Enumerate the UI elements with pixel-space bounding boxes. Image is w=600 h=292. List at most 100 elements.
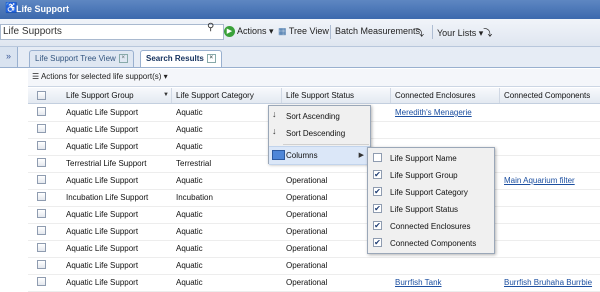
sort-ascending-item[interactable]: ↓ Sort Ascending — [269, 108, 370, 125]
actions-menu-button[interactable]: ▶ Actions ▾ — [224, 26, 274, 38]
tab-search-results[interactable]: Search Results × — [140, 50, 222, 67]
checked-checkbox-icon[interactable]: ✔ — [373, 170, 382, 179]
column-menu-icon[interactable]: ▼ — [163, 92, 169, 98]
unchecked-checkbox-icon[interactable] — [373, 153, 382, 162]
column-toggle-label: Connected Enclosures — [390, 222, 471, 231]
cell-status: Operational — [286, 278, 328, 287]
checked-checkbox-icon[interactable]: ✔ — [373, 204, 382, 213]
column-header-components[interactable]: Connected Components — [504, 91, 590, 100]
sort-descending-icon: ↓ — [272, 126, 277, 136]
list-icon: ☰ — [32, 72, 40, 81]
sort-descending-label: Sort Descending — [286, 129, 346, 138]
go-icon: ▶ — [224, 26, 235, 38]
checked-checkbox-icon[interactable]: ✔ — [373, 238, 382, 247]
table-row[interactable]: Aquatic Life Support Aquatic Operational Ma… — [28, 172, 600, 190]
column-header-group[interactable]: Life Support Group — [66, 91, 134, 100]
search-input[interactable]: Life Supports — [0, 24, 224, 40]
actions-label: Actions — [237, 26, 267, 36]
help-icon[interactable]: ⤵ — [415, 26, 424, 39]
search-icon[interactable]: ⚲ — [207, 22, 214, 33]
column-toggle-label: Life Support Group — [390, 171, 458, 180]
tree-view-button[interactable]: ▦ Tree View — [278, 26, 329, 37]
cell-category: Aquatic — [176, 210, 203, 219]
cell-components[interactable]: Main Aquarium filter — [504, 176, 575, 185]
row-checkbox[interactable] — [37, 226, 46, 235]
selection-actions-button[interactable]: ☰ Actions for selected life support(s) ▾ — [32, 72, 168, 81]
cell-group: Terrestrial Life Support — [66, 159, 147, 168]
cell-enclosures[interactable]: Burrfish Tank — [395, 278, 442, 287]
table-row[interactable]: Aquatic Life Support Aquatic Operational — [28, 257, 600, 275]
column-divider — [281, 88, 282, 103]
checked-checkbox-icon[interactable]: ✔ — [373, 221, 382, 230]
batch-measurements-button[interactable]: Batch Measurements — [335, 26, 420, 36]
row-checkbox[interactable] — [37, 277, 46, 286]
column-toggle-item[interactable]: ✔ Life Support Category — [368, 184, 494, 201]
close-icon[interactable]: × — [118, 54, 128, 64]
checked-checkbox-icon[interactable]: ✔ — [373, 187, 382, 196]
cell-category: Aquatic — [176, 227, 203, 236]
table-row[interactable]: Aquatic Life Support Aquatic Operational — [28, 240, 600, 258]
row-checkbox[interactable] — [37, 141, 46, 150]
cell-category: Aquatic — [176, 261, 203, 270]
cell-components[interactable]: Burrfish Bruhaha Burrbie — [504, 278, 592, 287]
row-checkbox[interactable] — [37, 158, 46, 167]
cell-category: Incubation — [176, 193, 213, 202]
cell-group: Aquatic Life Support — [66, 210, 139, 219]
row-checkbox[interactable] — [37, 124, 46, 133]
column-toggle-item[interactable]: ✔ Life Support Group — [368, 167, 494, 184]
sort-ascending-icon: ↓ — [272, 109, 277, 119]
select-all-checkbox[interactable] — [37, 91, 46, 100]
column-toggle-item[interactable]: Life Support Name — [368, 150, 494, 167]
cell-status: Operational — [286, 244, 328, 253]
cell-group: Aquatic Life Support — [66, 261, 139, 270]
row-checkbox[interactable] — [37, 175, 46, 184]
cell-group: Incubation Life Support — [66, 193, 149, 202]
row-checkbox[interactable] — [37, 243, 46, 252]
cell-group: Aquatic Life Support — [66, 227, 139, 236]
table-row[interactable]: Aquatic Life Support Aquatic Operational — [28, 223, 600, 241]
cell-enclosures[interactable]: Meredith's Menagerie — [395, 108, 472, 117]
selection-actions-bar: ☰ Actions for selected life support(s) ▾ — [28, 69, 600, 87]
column-toggle-item[interactable]: ✔ Connected Enclosures — [368, 218, 494, 235]
row-checkbox[interactable] — [37, 260, 46, 269]
table-row[interactable]: Aquatic Life Support Aquatic Operational — [28, 206, 600, 224]
row-checkbox[interactable] — [37, 192, 46, 201]
column-header-status[interactable]: Life Support Status — [286, 91, 354, 100]
expand-panel-icon[interactable]: » — [0, 47, 18, 67]
column-context-menu: ↓ Sort Ascending ↓ Sort Descending Colum… — [268, 105, 371, 165]
tab-strip: » Life Support Tree View × Search Results… — [0, 47, 600, 68]
cell-status: Operational — [286, 210, 328, 219]
your-lists-button[interactable]: Your Lists ▾⤵ — [437, 26, 492, 39]
columns-item[interactable]: Columns ▶ — [269, 146, 370, 165]
grid-header: Life Support Group ▼ Life Support Catego… — [28, 88, 600, 104]
column-toggle-item[interactable]: ✔ Life Support Status — [368, 201, 494, 218]
cell-category: Aquatic — [176, 142, 203, 151]
tab-label: Life Support Tree View — [35, 54, 116, 63]
columns-label: Columns — [286, 151, 318, 160]
columns-icon — [272, 150, 285, 162]
table-row[interactable]: Incubation Life Support Incubation Operati… — [28, 189, 600, 207]
column-header-category[interactable]: Life Support Category — [176, 91, 254, 100]
tab-label: Search Results — [146, 54, 204, 63]
cell-status: Operational — [286, 193, 328, 202]
table-row[interactable]: Aquatic Life Support Aquatic Operational Bu… — [28, 274, 600, 292]
column-divider — [390, 88, 391, 103]
close-icon[interactable]: × — [206, 54, 216, 64]
tree-view-label: Tree View — [288, 26, 329, 36]
columns-submenu: Life Support Name ✔ Life Support Group ✔ Lif… — [367, 147, 495, 254]
cell-category: Aquatic — [176, 176, 203, 185]
toolbar-divider — [432, 25, 433, 39]
row-checkbox[interactable] — [37, 209, 46, 218]
column-toggle-label: Life Support Name — [390, 154, 457, 163]
cell-group: Aquatic Life Support — [66, 108, 139, 117]
column-header-enclosures[interactable]: Connected Enclosures — [395, 91, 476, 100]
window-title: Life Support — [16, 4, 69, 14]
row-checkbox[interactable] — [37, 107, 46, 116]
tab-tree-view[interactable]: Life Support Tree View × — [29, 50, 134, 67]
column-toggle-label: Connected Components — [390, 239, 477, 248]
column-toggle-item[interactable]: ✔ Connected Components — [368, 235, 494, 252]
cell-group: Aquatic Life Support — [66, 176, 139, 185]
toolbar: Life Supports ⚲ ▶ Actions ▾ ▦ Tree View … — [0, 19, 600, 47]
sort-descending-item[interactable]: ↓ Sort Descending — [269, 125, 370, 142]
column-divider — [171, 88, 172, 103]
